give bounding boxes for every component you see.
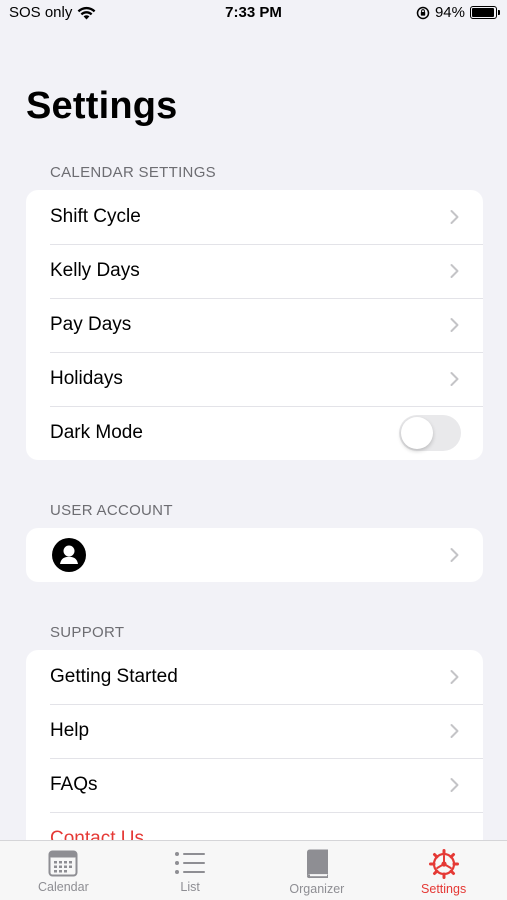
settings-row-pay-days[interactable]: Pay Days <box>26 298 483 352</box>
tab-bar: Calendar List Organizer Settings <box>0 840 507 900</box>
tab-organizer[interactable]: Organizer <box>254 841 381 900</box>
calendar-icon <box>48 850 78 877</box>
user-account-row[interactable] <box>26 528 483 582</box>
chevron-right-icon <box>450 724 459 738</box>
user-account-card <box>26 528 483 582</box>
settings-screen: SOS only 7:33 PM 94% Settings CALENDAR S… <box>0 0 507 900</box>
dark-mode-toggle[interactable] <box>399 415 461 451</box>
chevron-right-icon <box>450 318 459 332</box>
section-header-support: SUPPORT <box>50 624 125 641</box>
support-card: Getting Started Help FAQs Contact Us <box>26 650 483 866</box>
battery-cap <box>498 10 500 15</box>
book-icon <box>306 849 328 879</box>
tab-calendar[interactable]: Calendar <box>0 841 127 900</box>
chevron-right-icon <box>450 670 459 684</box>
settings-row-dark-mode: Dark Mode <box>26 406 483 460</box>
tab-label: List <box>180 880 200 894</box>
chevron-right-icon <box>450 210 459 224</box>
row-label: Pay Days <box>50 314 132 335</box>
status-bar: SOS only 7:33 PM 94% <box>0 0 507 30</box>
tab-label: Settings <box>421 882 467 896</box>
row-label: Shift Cycle <box>50 206 141 227</box>
gear-icon <box>428 849 459 879</box>
chevron-right-icon <box>450 372 459 386</box>
row-label: Holidays <box>50 368 123 389</box>
chevron-right-icon <box>450 548 459 562</box>
row-label: Dark Mode <box>50 422 143 443</box>
battery-fill <box>472 8 494 17</box>
row-label: Getting Started <box>50 666 178 687</box>
orientation-lock-icon <box>416 6 430 19</box>
row-label: FAQs <box>50 774 98 795</box>
battery-percent: 94% <box>434 4 465 21</box>
toggle-knob <box>401 417 433 449</box>
section-header-calendar: CALENDAR SETTINGS <box>50 164 216 181</box>
section-header-account: USER ACCOUNT <box>50 502 173 519</box>
page-title: Settings <box>26 85 178 127</box>
battery-icon <box>470 6 500 19</box>
tab-settings[interactable]: Settings <box>380 841 507 900</box>
row-label: Kelly Days <box>50 260 140 281</box>
calendar-settings-card: Shift Cycle Kelly Days Pay Days Holidays… <box>26 190 483 460</box>
chevron-right-icon <box>450 778 459 792</box>
settings-row-getting-started[interactable]: Getting Started <box>26 650 483 704</box>
tab-label: Calendar <box>38 880 89 894</box>
settings-row-kelly-days[interactable]: Kelly Days <box>26 244 483 298</box>
person-circle-icon <box>52 538 86 572</box>
list-icon <box>175 852 206 874</box>
settings-row-help[interactable]: Help <box>26 704 483 758</box>
tab-list[interactable]: List <box>127 841 254 900</box>
row-label: Help <box>50 720 90 741</box>
chevron-right-icon <box>450 264 459 278</box>
settings-row-faqs[interactable]: FAQs <box>26 758 483 812</box>
settings-row-holidays[interactable]: Holidays <box>26 352 483 406</box>
tab-label: Organizer <box>289 882 345 896</box>
settings-row-shift-cycle[interactable]: Shift Cycle <box>26 190 483 244</box>
status-right: 94% <box>416 4 500 21</box>
